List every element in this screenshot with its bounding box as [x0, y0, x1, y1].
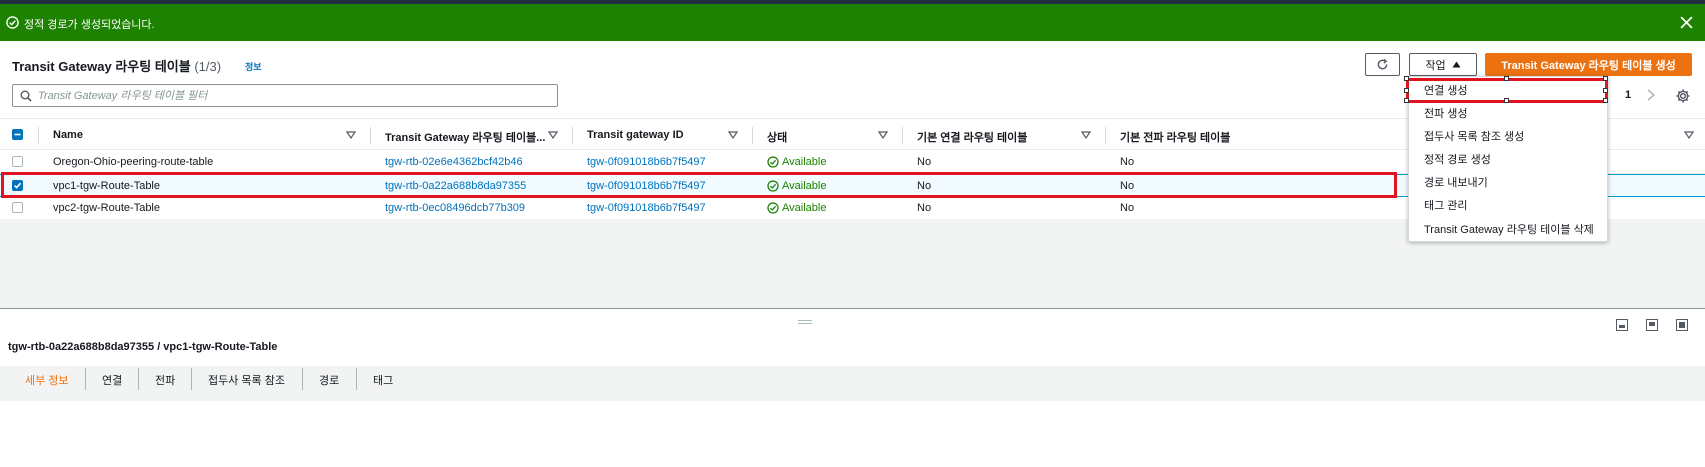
create-route-table-button[interactable]: Transit Gateway 라우팅 테이블 생성 — [1485, 53, 1692, 76]
page-title-text: Transit Gateway 라우팅 테이블 — [12, 59, 191, 74]
column-header-default-propagation[interactable]: 기본 전파 라우팅 테이블 — [1120, 129, 1230, 145]
row-name: vpc2-tgw-Route-Table — [53, 202, 160, 214]
page-number[interactable]: 1 — [1625, 89, 1631, 101]
row-default-propagation: No — [1120, 156, 1135, 168]
info-link[interactable]: 정보 — [245, 60, 262, 73]
row-status-text: Available — [782, 156, 827, 168]
column-header-rtb-id[interactable]: Transit Gateway 라우팅 테이블... — [385, 129, 545, 145]
panel-side-icon[interactable] — [1646, 319, 1658, 331]
tab-divider — [302, 368, 303, 390]
row-status: Available — [767, 180, 826, 192]
select-all-checkbox[interactable] — [12, 129, 23, 140]
row-status-text: Available — [782, 180, 827, 192]
row-default-propagation: No — [1120, 180, 1135, 192]
column-divider — [1105, 127, 1106, 144]
column-header-status[interactable]: 상태 — [767, 129, 787, 145]
gear-icon[interactable] — [1675, 88, 1691, 104]
column-header-default-association[interactable]: 기본 연결 라우팅 테이블 — [917, 129, 1027, 145]
panel-full-icon[interactable] — [1676, 319, 1688, 331]
sort-down-icon[interactable] — [1081, 131, 1091, 139]
menu-item-manage-tags[interactable]: 태그 관리 — [1424, 197, 1468, 213]
tab-routes[interactable]: 경로 — [319, 372, 339, 388]
tab-associations[interactable]: 연결 — [102, 372, 122, 388]
split-panel: tgw-rtb-0a22a688b8da97355 / vpc1-tgw-Rou… — [0, 308, 1705, 401]
check-circle-icon — [767, 180, 779, 192]
refresh-icon — [1377, 58, 1388, 70]
menu-item-create-static-route[interactable]: 정적 경로 생성 — [1424, 151, 1491, 167]
split-panel-resize-handle[interactable] — [798, 320, 812, 324]
tab-divider — [85, 368, 86, 390]
actions-label: 작업 — [1425, 59, 1446, 72]
selection-count: (1/3) — [194, 59, 222, 74]
row-name: vpc1-tgw-Route-Table — [53, 180, 160, 192]
close-icon[interactable] — [1680, 16, 1693, 29]
caret-up-icon — [1452, 61, 1461, 68]
tab-divider — [138, 368, 139, 390]
check-circle-icon — [767, 202, 779, 214]
row-default-association: No — [917, 180, 932, 192]
refresh-button[interactable] — [1365, 53, 1400, 76]
row-status: Available — [767, 156, 826, 168]
row-default-propagation: No — [1120, 202, 1135, 214]
row-default-association: No — [917, 156, 932, 168]
minus-icon — [14, 133, 21, 136]
search-input[interactable] — [38, 86, 548, 105]
column-divider — [752, 127, 753, 144]
row-rtb-id-link[interactable]: tgw-rtb-0ec08496dcb77b309 — [385, 202, 525, 214]
sort-down-icon[interactable] — [878, 131, 888, 139]
check-circle-icon — [767, 156, 779, 168]
sort-down-icon[interactable] — [1684, 131, 1694, 139]
column-divider — [902, 127, 903, 144]
chevron-right-icon[interactable] — [1645, 88, 1657, 102]
page-title: Transit Gateway 라우팅 테이블 (1/3) — [12, 56, 221, 75]
column-divider — [38, 127, 39, 144]
column-divider — [370, 127, 371, 144]
row-status-text: Available — [782, 202, 827, 214]
actions-button[interactable]: 작업 — [1409, 53, 1477, 76]
menu-item-create-association[interactable]: 연결 생성 — [1424, 82, 1468, 98]
menu-item-delete-route-table[interactable]: Transit Gateway 라우팅 테이블 삭제 — [1424, 221, 1594, 237]
menu-item-export-routes[interactable]: 경로 내보내기 — [1424, 174, 1488, 190]
success-flash-banner: 정적 경로가 생성되었습니다. — [0, 4, 1705, 41]
column-header-name[interactable]: Name — [53, 129, 83, 141]
check-icon — [13, 182, 22, 189]
row-rtb-id-link[interactable]: tgw-rtb-02e6e4362bcf42b46 — [385, 156, 523, 168]
column-header-tgw-id[interactable]: Transit gateway ID — [587, 129, 684, 141]
split-panel-title: tgw-rtb-0a22a688b8da97355 / vpc1-tgw-Rou… — [8, 341, 278, 353]
row-checkbox[interactable] — [12, 202, 23, 213]
row-checkbox[interactable] — [12, 156, 23, 167]
tab-details[interactable]: 세부 정보 — [25, 372, 69, 388]
row-tgw-id-link[interactable]: tgw-0f091018b6b7f5497 — [587, 202, 706, 214]
row-tgw-id-link[interactable]: tgw-0f091018b6b7f5497 — [587, 156, 706, 168]
tab-propagations[interactable]: 전파 — [155, 372, 175, 388]
row-checkbox[interactable] — [12, 180, 23, 191]
check-circle-icon — [6, 16, 19, 29]
tab-divider — [356, 368, 357, 390]
sort-down-icon[interactable] — [728, 131, 738, 139]
row-status: Available — [767, 202, 826, 214]
row-name: Oregon-Ohio-peering-route-table — [53, 156, 214, 168]
row-default-association: No — [917, 202, 932, 214]
detail-tabs: 세부 정보 연결 전파 접두사 목록 참조 경로 태그 — [0, 366, 1705, 401]
actions-dropdown-menu: 연결 생성 전파 생성 접두사 목록 참조 생성 정적 경로 생성 경로 내보내… — [1408, 76, 1608, 242]
menu-item-create-propagation[interactable]: 전파 생성 — [1424, 105, 1468, 121]
flash-message: 정적 경로가 생성되었습니다. — [24, 19, 155, 31]
row-tgw-id-link[interactable]: tgw-0f091018b6b7f5497 — [587, 180, 706, 192]
filter-search-box[interactable] — [12, 84, 558, 107]
row-rtb-id-link[interactable]: tgw-rtb-0a22a688b8da97355 — [385, 180, 526, 192]
sort-down-icon[interactable] — [548, 131, 558, 139]
column-divider — [572, 127, 573, 144]
tab-prefix-list-references[interactable]: 접두사 목록 참조 — [208, 372, 285, 388]
sort-down-icon[interactable] — [346, 131, 356, 139]
tab-divider — [191, 368, 192, 390]
tab-tags[interactable]: 태그 — [373, 372, 393, 388]
panel-bottom-icon[interactable] — [1616, 319, 1628, 331]
menu-item-create-prefix-list-reference[interactable]: 접두사 목록 참조 생성 — [1424, 128, 1524, 144]
search-icon — [20, 90, 32, 102]
